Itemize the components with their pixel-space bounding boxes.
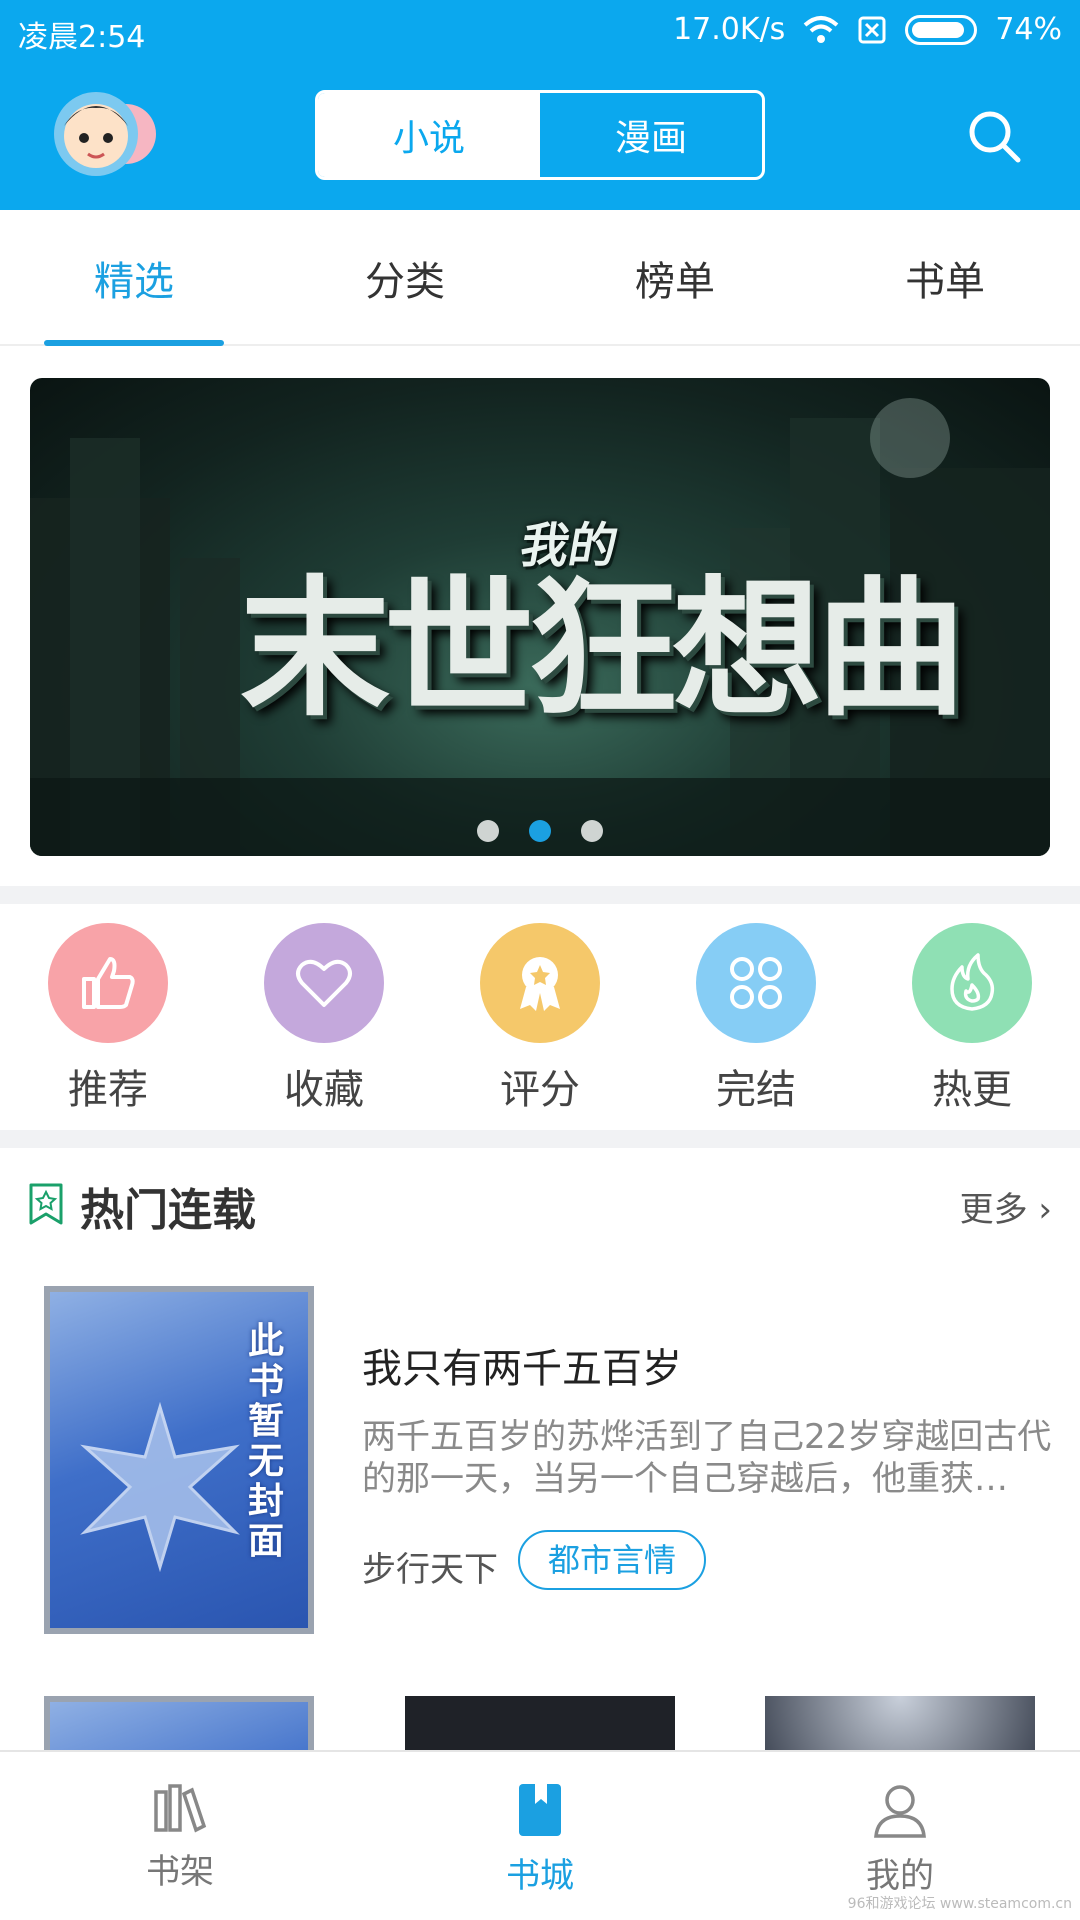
segment-novel[interactable]: 小说 <box>318 93 540 177</box>
segment-comic[interactable]: 漫画 <box>540 93 762 177</box>
wifi-icon <box>803 15 839 43</box>
nav-label: 我的 <box>866 1856 934 1896</box>
cover-splash-image <box>80 1402 240 1572</box>
tab-featured[interactable]: 精选 <box>44 210 224 346</box>
tab-booklist[interactable]: 书单 <box>855 210 1035 346</box>
carousel-dot-active[interactable] <box>529 820 551 842</box>
user-icon <box>874 1785 926 1838</box>
book-genre-tag[interactable]: 都市言情 <box>518 1530 707 1590</box>
bookmark-star-icon <box>29 1183 63 1225</box>
content-type-switch: 小说 漫画 <box>315 90 765 180</box>
promo-banner[interactable]: 我的 末世狂想曲 <box>30 378 1050 856</box>
chevron-right-icon: › <box>1027 1190 1052 1230</box>
nav-bookshelf[interactable]: 书架 <box>80 1752 280 1920</box>
avatar[interactable] <box>46 86 166 186</box>
heart-icon <box>264 923 384 1043</box>
network-speed: 17.0K/s <box>673 12 786 47</box>
shortcut-recommend[interactable]: 推荐 <box>33 923 183 1123</box>
tab-ranking[interactable]: 榜单 <box>585 210 765 346</box>
book-cover-thumb[interactable] <box>405 1696 675 1752</box>
shortcut-rating[interactable]: 评分 <box>465 923 615 1123</box>
cover-placeholder-text: 此书暂无封面 <box>248 1321 285 1562</box>
shortcut-label: 收藏 <box>284 1067 364 1113</box>
shortcut-label: 热更 <box>932 1067 1012 1113</box>
book-row-partial <box>0 1696 1080 1752</box>
clover-icon <box>696 923 816 1043</box>
nav-mine[interactable]: 我的 <box>800 1752 1000 1920</box>
section-divider <box>0 886 1080 904</box>
sim-off-icon <box>858 16 886 43</box>
nav-label: 书城 <box>506 1856 574 1896</box>
thumbs-up-icon <box>48 923 168 1043</box>
book-cover-thumb[interactable] <box>44 1696 314 1752</box>
section-divider <box>0 1130 1080 1148</box>
shortcut-hot-update[interactable]: 热更 <box>897 923 1047 1123</box>
section-title: 热门连载 <box>80 1185 256 1236</box>
more-link[interactable]: 更多 › <box>960 1182 1052 1231</box>
book-author: 步行天下 <box>362 1550 498 1590</box>
nav-bookstore[interactable]: 书城 <box>440 1752 640 1920</box>
shortcut-completed[interactable]: 完结 <box>681 923 831 1123</box>
screen: 凌晨2:54 17.0K/s 74% 小说 漫画 精选 分类 榜单 书单 我的 … <box>0 0 1080 1920</box>
shortcut-label: 完结 <box>716 1067 796 1113</box>
book-description: 两千五百岁的苏烨活到了自己22岁穿越回古代的那一天，当另一个自己穿越后，他重获… <box>362 1417 1052 1499</box>
nav-label: 书架 <box>146 1852 214 1892</box>
more-label: 更多 <box>959 1190 1028 1230</box>
search-icon[interactable] <box>966 108 1022 164</box>
book-cover-thumb[interactable] <box>765 1696 1035 1752</box>
book-icon <box>519 1784 561 1836</box>
shortcut-favorite[interactable]: 收藏 <box>249 923 399 1123</box>
bookshelf-icon <box>154 1784 207 1833</box>
battery-percent: 74% <box>995 12 1062 47</box>
flame-icon <box>912 923 1032 1043</box>
award-icon <box>480 923 600 1043</box>
carousel-dot[interactable] <box>477 820 499 842</box>
shortcut-label: 评分 <box>500 1067 580 1113</box>
carousel-dot[interactable] <box>581 820 603 842</box>
battery-icon <box>905 14 978 45</box>
book-title: 我只有两千五百岁 <box>362 1346 682 1392</box>
category-shortcuts: 推荐 收藏 评分 完结 热更 <box>0 905 1080 1130</box>
book-cover: 此书暂无封面 <box>44 1286 314 1634</box>
tab-bar: 精选 分类 榜单 书单 <box>0 210 1080 346</box>
status-bar: 凌晨2:54 17.0K/s 74% <box>0 0 1080 62</box>
tab-category[interactable]: 分类 <box>315 210 495 346</box>
watermark: 96和游戏论坛 www.steamcom.cn <box>847 1896 1072 1912</box>
carousel-indicator <box>30 820 1050 842</box>
banner-title: 末世狂想曲 <box>240 563 966 737</box>
book-item[interactable]: 此书暂无封面 我只有两千五百岁 两千五百岁的苏烨活到了自己22岁穿越回古代的那一… <box>44 1286 1051 1636</box>
hot-section-header: 热门连载 更多 › <box>28 1170 1052 1240</box>
status-time: 凌晨2:54 <box>18 20 146 55</box>
bottom-navigation: 书架 书城 我的 96和游戏论坛 www.steamcom.cn <box>0 1750 1080 1920</box>
shortcut-label: 推荐 <box>68 1067 148 1113</box>
